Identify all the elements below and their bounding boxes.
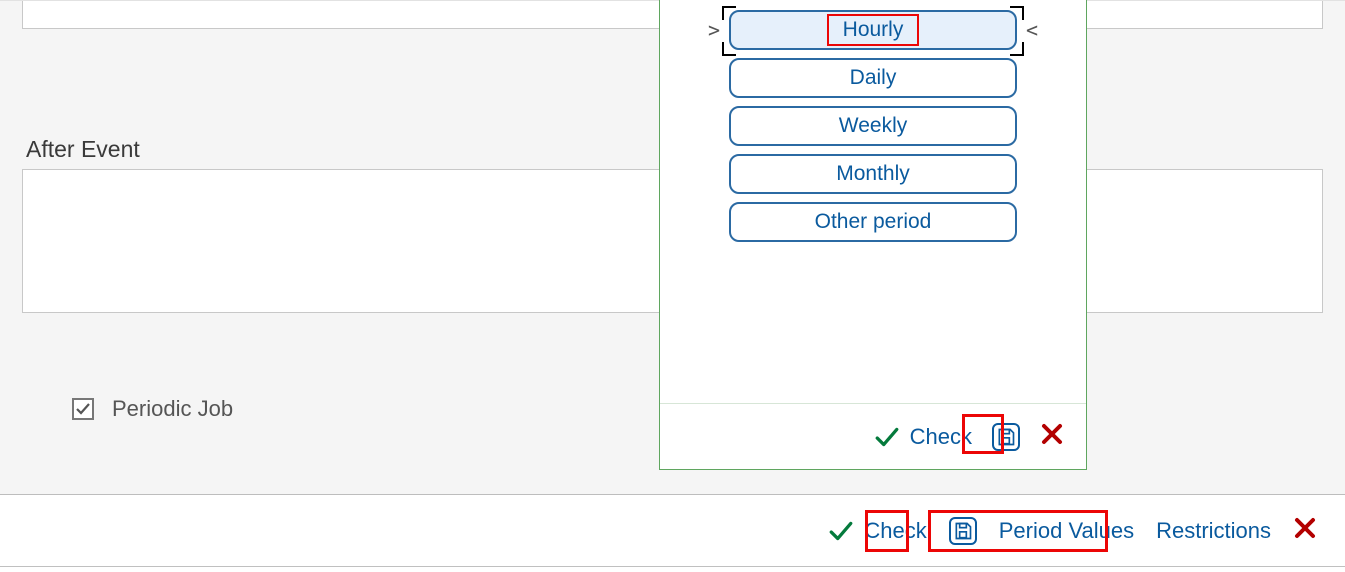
period-option-row: > Hourly < (688, 10, 1058, 50)
popup-cancel-button[interactable] (1040, 422, 1064, 452)
after-event-label: After Event (26, 136, 140, 163)
periodic-job-checkbox[interactable] (72, 398, 94, 420)
check-icon (75, 401, 91, 417)
period-option-label: Monthly (836, 162, 910, 186)
period-option-row: Monthly (688, 154, 1058, 194)
periodic-job-row: Periodic Job (72, 396, 233, 422)
period-option-row: Weekly (688, 106, 1058, 146)
footer-restrictions-button[interactable]: Restrictions (1156, 518, 1271, 544)
save-icon (996, 427, 1016, 447)
period-option-daily[interactable]: Daily (729, 58, 1017, 98)
footer-check-button[interactable]: Check (828, 518, 926, 544)
popup-save-button[interactable] (992, 423, 1020, 451)
period-option-label: Other period (815, 210, 932, 234)
page-footer: Check Period Values Restrictions (0, 495, 1345, 567)
check-icon (874, 424, 900, 450)
period-option-other[interactable]: Other period (729, 202, 1017, 242)
footer-check-label: Check (864, 518, 926, 544)
footer-period-values-label: Period Values (999, 518, 1134, 544)
check-icon (828, 518, 854, 544)
footer-cancel-button[interactable] (1293, 516, 1317, 546)
periodic-job-label: Periodic Job (112, 396, 233, 422)
period-option-monthly[interactable]: Monthly (729, 154, 1017, 194)
caret-right-icon: < (1025, 18, 1039, 42)
period-values-popup: > Hourly < Daily Weekly (659, 0, 1087, 470)
period-option-label: Hourly (843, 18, 904, 42)
caret-left-icon: > (707, 18, 721, 42)
period-options-list: > Hourly < Daily Weekly (660, 0, 1086, 242)
footer-restrictions-label: Restrictions (1156, 518, 1271, 544)
period-option-row: Other period (688, 202, 1058, 242)
period-option-label: Daily (850, 66, 897, 90)
period-option-hourly[interactable]: Hourly (729, 10, 1017, 50)
period-option-label: Weekly (839, 114, 907, 138)
save-icon (953, 521, 973, 541)
popup-footer: Check (660, 403, 1086, 469)
popup-check-button[interactable]: Check (874, 424, 972, 450)
popup-check-label: Check (910, 424, 972, 450)
period-option-row: Daily (688, 58, 1058, 98)
close-icon (1040, 422, 1064, 446)
close-icon (1293, 516, 1317, 540)
footer-period-values-button[interactable]: Period Values (999, 518, 1134, 544)
footer-save-button[interactable] (949, 517, 977, 545)
period-option-weekly[interactable]: Weekly (729, 106, 1017, 146)
